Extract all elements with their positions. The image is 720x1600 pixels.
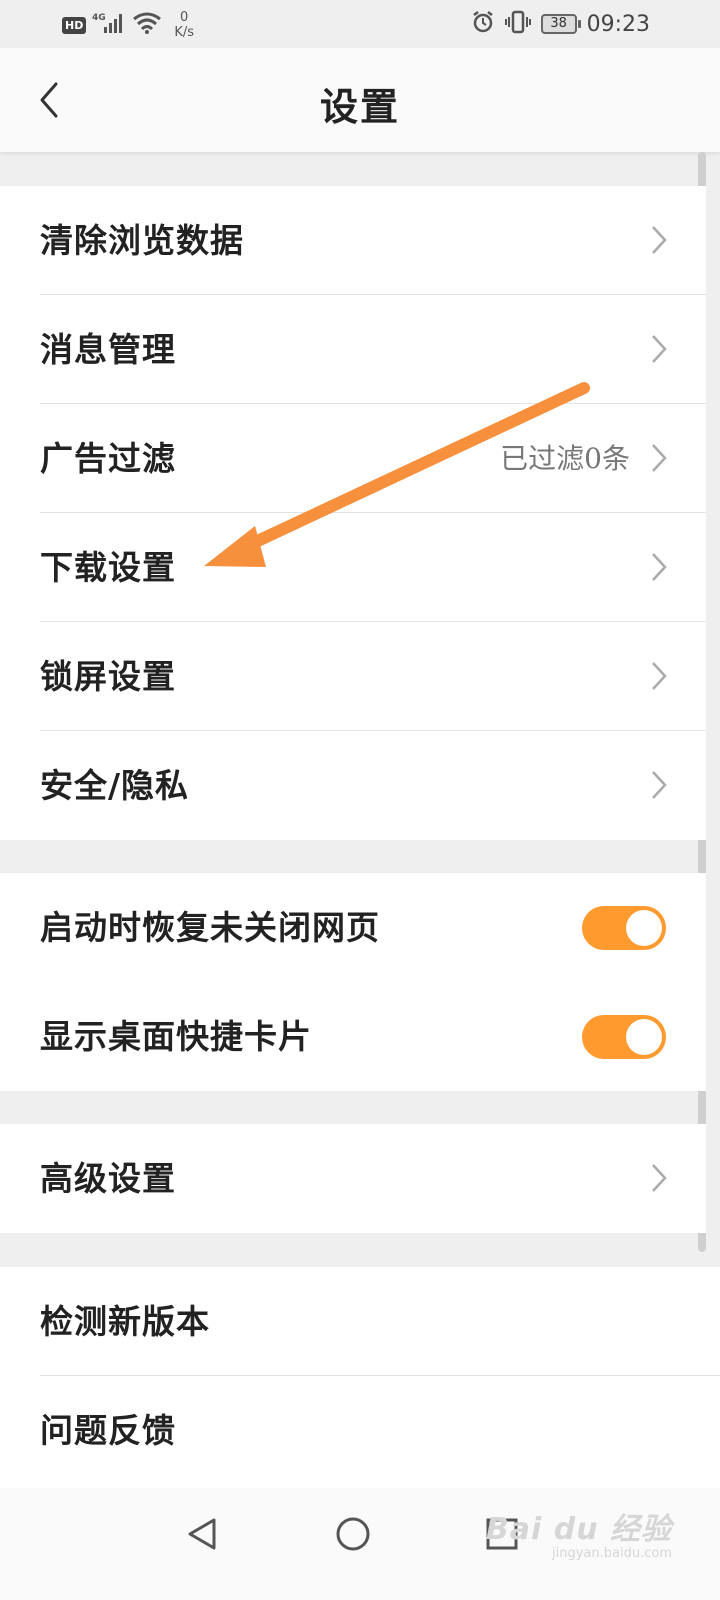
feedback-item[interactable]: 问题反馈 xyxy=(0,1376,720,1485)
system-nav-bar: Bai du 经验 jingyan.baidu.com xyxy=(0,1488,720,1600)
status-left: HD 4G 0 K/s xyxy=(62,10,194,40)
item-label: 消息管理 xyxy=(40,330,176,369)
restore-tabs-item: 启动时恢复未关闭网页 xyxy=(0,873,706,982)
settings-group-about: 检测新版本 问题反馈 xyxy=(0,1267,720,1488)
chevron-right-icon xyxy=(652,553,667,581)
advanced-settings-item[interactable]: 高级设置 xyxy=(0,1124,706,1233)
page-title: 设置 xyxy=(319,84,400,129)
security-privacy-item[interactable]: 安全/隐私 xyxy=(0,731,706,840)
item-label: 高级设置 xyxy=(40,1159,176,1198)
nav-back-icon[interactable] xyxy=(180,1510,228,1558)
battery-icon: 38 xyxy=(540,14,581,34)
hd-badge: HD xyxy=(62,16,87,34)
chevron-right-icon xyxy=(652,335,667,363)
item-label: 广告过滤 xyxy=(40,439,176,478)
desktop-shortcut-card-item: 显示桌面快捷卡片 xyxy=(0,982,706,1091)
download-settings-item[interactable]: 下载设置 xyxy=(0,513,706,622)
chevron-right-icon xyxy=(652,771,667,799)
item-label: 显示桌面快捷卡片 xyxy=(40,1017,312,1056)
ad-filter-count: 已过滤0条 xyxy=(500,442,630,475)
message-management-item[interactable]: 消息管理 xyxy=(0,295,706,404)
ad-filter-item[interactable]: 广告过滤 已过滤0条 xyxy=(0,404,706,513)
wifi-icon xyxy=(132,11,162,39)
clear-browsing-data-item[interactable]: 清除浏览数据 xyxy=(0,186,706,295)
check-update-item[interactable]: 检测新版本 xyxy=(0,1267,720,1376)
net-speed-unit: K/s xyxy=(174,25,195,40)
chevron-right-icon xyxy=(652,1164,667,1192)
chevron-right-icon xyxy=(652,444,667,472)
chevron-right-icon xyxy=(652,226,667,254)
item-label: 下载设置 xyxy=(40,548,176,587)
vibrate-icon xyxy=(504,10,531,38)
restore-tabs-toggle[interactable] xyxy=(582,906,666,950)
nav-home-icon[interactable] xyxy=(329,1510,377,1558)
status-bar: HD 4G 0 K/s 38 09:23 xyxy=(0,0,720,48)
item-label: 锁屏设置 xyxy=(40,657,176,696)
chevron-right-icon xyxy=(652,662,667,690)
watermark: Bai du 经验 jingyan.baidu.com xyxy=(486,1504,672,1561)
settings-group-general: 清除浏览数据 消息管理 广告过滤 已过滤0条 下载设置 锁屏设置 安全/隐私 xyxy=(0,186,706,840)
item-label: 问题反馈 xyxy=(40,1411,176,1450)
watermark-sub: jingyan.baidu.com xyxy=(552,1546,672,1561)
toggle-knob xyxy=(626,1019,662,1055)
toggle-knob xyxy=(626,910,662,946)
lock-screen-settings-item[interactable]: 锁屏设置 xyxy=(0,622,706,731)
alarm-icon xyxy=(471,10,495,38)
net-speed: 0 K/s xyxy=(174,10,194,40)
item-label: 安全/隐私 xyxy=(40,766,190,805)
net-speed-value: 0 xyxy=(180,10,189,25)
settings-group-advanced: 高级设置 xyxy=(0,1124,706,1233)
status-right: 38 09:23 xyxy=(471,8,650,40)
desktop-shortcut-card-toggle[interactable] xyxy=(582,1015,666,1059)
settings-group-toggles: 启动时恢复未关闭网页 显示桌面快捷卡片 xyxy=(0,873,706,1091)
clock: 09:23 xyxy=(586,11,650,37)
network-type-label: 4G xyxy=(92,13,106,23)
app-header: 设置 xyxy=(0,48,720,152)
signal-icon: 4G xyxy=(92,11,126,39)
item-label: 检测新版本 xyxy=(40,1302,210,1341)
item-label: 清除浏览数据 xyxy=(40,221,244,260)
watermark-main: Bai du 经验 xyxy=(485,1512,672,1547)
item-label: 启动时恢复未关闭网页 xyxy=(40,908,380,947)
